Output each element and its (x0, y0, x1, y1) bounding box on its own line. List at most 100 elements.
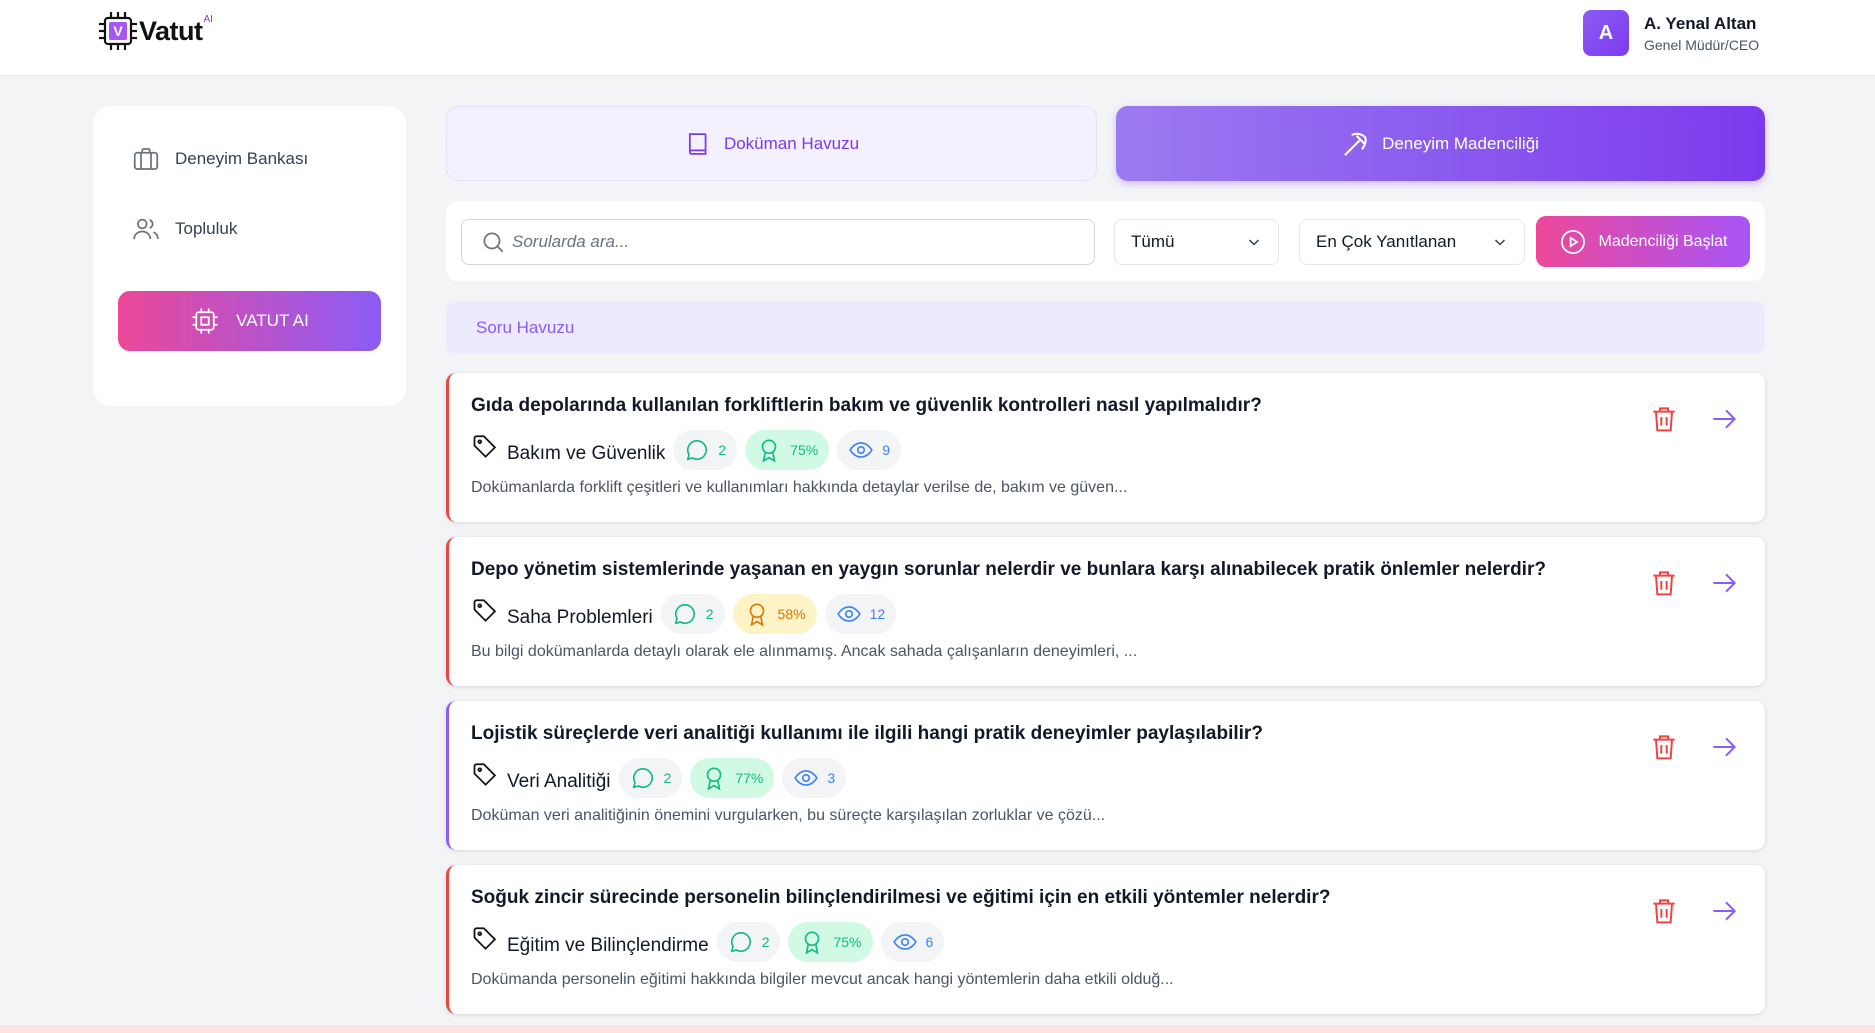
score-value: 75% (833, 934, 862, 950)
view-count: 12 (869, 606, 886, 622)
tab-label: Deneyim Madenciliği (1382, 133, 1539, 153)
arrow-right-icon[interactable] (1708, 567, 1740, 599)
comment-count-badge: 2 (673, 430, 738, 470)
question-card[interactable]: Lojistik süreçlerde veri analitiği kulla… (446, 701, 1765, 850)
select-value: Tümü (1131, 232, 1175, 251)
question-title[interactable]: Depo yönetim sistemlerinde yaşanan en ya… (471, 559, 1546, 581)
category-label: Bakım ve Güvenlik (507, 443, 666, 464)
tag-icon (473, 599, 497, 622)
trash-icon[interactable] (1648, 895, 1680, 927)
eye-icon (892, 934, 917, 950)
view-count-badge: 9 (837, 430, 902, 470)
trash-icon[interactable] (1648, 567, 1680, 599)
score-value: 77% (735, 770, 764, 786)
tab-dokuman-havuzu[interactable]: Doküman Havuzu (446, 106, 1097, 181)
comment-icon (687, 439, 708, 461)
play-circle-icon (1560, 229, 1585, 254)
category-filter-select[interactable]: Tümü (1114, 219, 1279, 265)
arrow-right-icon[interactable] (1708, 731, 1740, 763)
chip-icon (192, 308, 218, 334)
top-bar: V Vatut AI A A. Yenal Altan Genel Müdür/… (0, 0, 1875, 76)
question-pool-header: Soru Havuzu (446, 301, 1765, 354)
score-badge: 75% (788, 922, 873, 962)
view-count: 3 (827, 770, 836, 786)
award-icon (749, 603, 764, 627)
chip-logo-icon: V (99, 12, 137, 50)
view-count: 6 (925, 934, 934, 950)
award-icon (761, 439, 777, 463)
question-description: Dokümanlarda forklift çeşitleri ve kulla… (471, 479, 1128, 496)
view-count-badge: 3 (782, 758, 847, 798)
pickaxe-icon (1344, 132, 1367, 156)
view-count-badge: 12 (824, 594, 897, 634)
score-value: 75% (790, 442, 819, 458)
question-meta: Bakım ve Güvenlik 2 75% 9 (471, 430, 909, 470)
filter-bar: Tümü En Çok Yanıtlanan Madenciliği Başla… (446, 201, 1765, 281)
question-card[interactable]: Gıda depolarında kullanılan forkliftleri… (446, 373, 1765, 522)
avatar[interactable]: A (1583, 10, 1629, 56)
comment-count: 2 (761, 934, 770, 950)
comment-icon (674, 603, 695, 625)
question-description: Doküman veri analitiğinin önemini vurgul… (471, 807, 1106, 824)
question-title[interactable]: Soğuk zincir sürecinde personelin bilinç… (471, 887, 1330, 909)
tag-icon (473, 927, 497, 950)
comment-count-badge: 2 (618, 758, 683, 798)
comment-count-badge: 2 (660, 594, 725, 634)
comment-count-badge: 2 (716, 922, 781, 962)
sidebar-item-topluluk[interactable]: Topluluk (131, 214, 237, 244)
tab-deneyim-madenciligi[interactable]: Deneyim Madenciliği (1116, 106, 1765, 181)
tab-label: Doküman Havuzu (723, 133, 860, 153)
search-input[interactable] (512, 232, 1072, 252)
user-profile[interactable]: A A. Yenal Altan Genel Müdür/CEO (1583, 10, 1759, 56)
eye-icon (849, 442, 873, 458)
sidebar-item-label: Topluluk (175, 219, 238, 238)
user-name: A. Yenal Altan (1644, 13, 1757, 33)
score-value: 58% (777, 606, 806, 622)
category-label: Eğitim ve Bilinçlendirme (507, 935, 709, 956)
arrow-right-icon[interactable] (1708, 403, 1740, 435)
question-description: Bu bilgi dokümanlarda detaylı olarak ele… (471, 643, 1138, 660)
user-role: Genel Müdür/CEO (1644, 36, 1760, 53)
tag-icon (473, 435, 497, 458)
score-badge: 77% (690, 758, 775, 798)
view-count: 9 (882, 442, 891, 458)
arrow-right-icon[interactable] (1708, 895, 1740, 927)
eye-icon (794, 770, 819, 786)
search-box[interactable] (461, 219, 1095, 265)
question-title[interactable]: Gıda depolarında kullanılan forkliftleri… (471, 395, 1262, 417)
question-card[interactable]: Depo yönetim sistemlerinde yaşanan en ya… (446, 537, 1765, 686)
chevron-down-icon (1494, 239, 1506, 246)
comment-count: 2 (705, 606, 714, 622)
trash-icon[interactable] (1648, 403, 1680, 435)
question-description: Dokümanda personelin eğitimi hakkında bi… (471, 971, 1174, 988)
award-icon (707, 767, 722, 791)
trash-icon[interactable] (1648, 731, 1680, 763)
sort-select[interactable]: En Çok Yanıtlanan (1299, 219, 1525, 265)
start-mining-label: Madenciliği Başlat (1598, 232, 1728, 250)
sidebar: Deneyim Bankası Topluluk VATUT AI (93, 106, 406, 406)
vatut-ai-label: VATUT AI (236, 311, 309, 330)
brand-logo[interactable]: V Vatut AI (97, 10, 213, 52)
chip-letter: V (113, 23, 123, 39)
sidebar-item-deneyim-bankasi[interactable]: Deneyim Bankası (131, 144, 308, 174)
search-icon (483, 232, 504, 253)
comment-icon (730, 931, 751, 953)
question-meta: Saha Problemleri 2 58% 12 (471, 594, 904, 634)
question-title[interactable]: Lojistik süreçlerde veri analitiği kulla… (471, 723, 1263, 745)
question-meta: Veri Analitiği 2 77% 3 (471, 758, 854, 798)
start-mining-button[interactable]: Madenciliği Başlat (1536, 216, 1750, 267)
category-label: Veri Analitiği (507, 771, 611, 792)
sidebar-item-label: Deneyim Bankası (175, 149, 309, 168)
question-card[interactable]: Soğuk zincir sürecinde personelin bilinç… (446, 865, 1765, 1014)
select-value: En Çok Yanıtlanan (1316, 232, 1457, 251)
user-info: A. Yenal Altan Genel Müdür/CEO (1644, 14, 1759, 53)
brand-sup: AI (203, 13, 213, 25)
vatut-ai-button[interactable]: VATUT AI (118, 291, 381, 351)
eye-icon (836, 606, 861, 622)
briefcase-icon (133, 148, 159, 170)
chevron-down-icon (1248, 239, 1260, 246)
book-icon (688, 132, 707, 155)
award-icon (805, 931, 820, 955)
score-badge: 58% (732, 594, 817, 634)
score-badge: 75% (745, 430, 830, 470)
